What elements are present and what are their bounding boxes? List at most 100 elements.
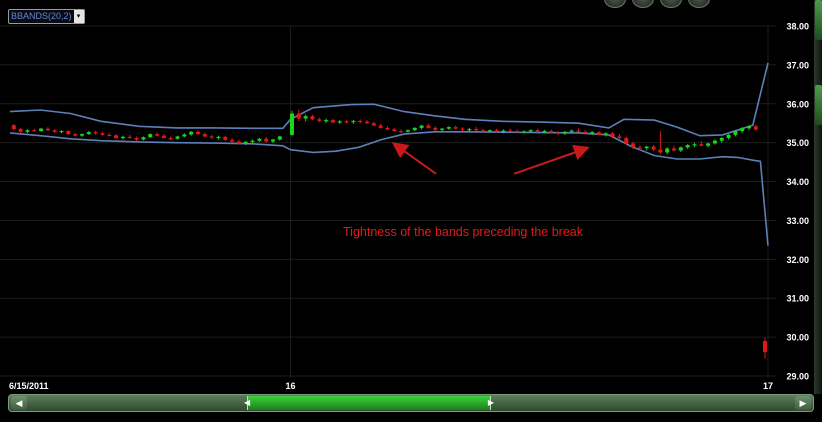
- candle-body: [141, 137, 146, 140]
- candle-body: [73, 134, 78, 136]
- candle-body: [330, 120, 335, 123]
- candle-body: [324, 120, 329, 122]
- candle-body: [52, 130, 57, 132]
- candle-body: [460, 128, 465, 130]
- candle-body: [528, 130, 533, 132]
- candle-body: [277, 136, 282, 140]
- candle-body: [317, 119, 322, 121]
- candle-body: [753, 126, 758, 130]
- candle-body: [487, 130, 492, 132]
- candle-body: [542, 131, 547, 133]
- candle-body: [39, 128, 44, 131]
- candle-body: [365, 121, 370, 124]
- candle-body: [392, 129, 397, 131]
- candle-body: [86, 132, 91, 135]
- right-panel-tab-top[interactable]: [815, 0, 822, 40]
- candle-body: [236, 141, 241, 144]
- candle-body: [399, 131, 404, 133]
- candle-body: [433, 127, 438, 130]
- candle-body: [289, 113, 294, 135]
- candle-body: [699, 144, 704, 146]
- candle-body: [107, 134, 112, 137]
- candle-body: [412, 127, 417, 131]
- indicator-dropdown[interactable]: BBANDS(20,2) ▾: [8, 9, 85, 24]
- candle-body: [216, 136, 221, 139]
- candle-body: [501, 130, 506, 132]
- candle-body: [692, 144, 697, 146]
- y-tick-label: 36.00: [786, 99, 809, 109]
- candle-body: [747, 126, 752, 129]
- candle-body: [446, 127, 451, 129]
- candle-body: [385, 127, 390, 130]
- candle-body: [556, 132, 561, 134]
- candle-body: [175, 136, 180, 139]
- candle-body: [762, 341, 767, 352]
- candle-body: [223, 136, 228, 140]
- candle-body: [617, 136, 622, 138]
- candle-body: [195, 131, 200, 135]
- candle-body: [182, 134, 187, 137]
- arrow-left-icon: ◀: [15, 398, 23, 408]
- candle-body: [733, 131, 738, 135]
- grip-right-icon[interactable]: ▶: [488, 398, 494, 408]
- candle-body: [134, 138, 139, 140]
- indicator-label: BBANDS(20,2): [11, 11, 72, 21]
- candle-body: [243, 141, 248, 144]
- candle-body: [706, 143, 711, 146]
- x-tick-label: 17: [763, 381, 773, 391]
- candle-body: [66, 131, 71, 135]
- scroll-right-button[interactable]: ▶: [795, 396, 811, 410]
- candle-body: [426, 125, 431, 128]
- grip-left-icon[interactable]: ◀: [244, 398, 250, 408]
- candle-body: [474, 129, 479, 131]
- candle-body: [303, 116, 308, 119]
- candle-body: [515, 131, 520, 133]
- candle-body: [712, 140, 717, 144]
- candle-body: [644, 146, 649, 149]
- candle-body: [651, 146, 656, 150]
- candle-body: [11, 125, 16, 130]
- candle-body: [494, 130, 499, 132]
- x-tick-label: 16: [285, 381, 295, 391]
- candle-body: [378, 125, 383, 128]
- time-scrollbar[interactable]: ◀ ◀ ▶ ▶: [8, 394, 814, 412]
- candle-body: [610, 133, 615, 137]
- scroll-left-button[interactable]: ◀: [11, 396, 27, 410]
- scroll-thumb[interactable]: ◀ ▶: [244, 396, 494, 410]
- candle-body: [257, 138, 262, 141]
- candle-body: [80, 134, 85, 136]
- y-tick-label: 32.00: [786, 255, 809, 265]
- candle-body: [230, 139, 235, 142]
- candle-body: [271, 139, 276, 142]
- candle-body: [18, 129, 23, 132]
- candle-body: [405, 130, 410, 132]
- candle-body: [583, 131, 588, 133]
- candle-body: [624, 138, 629, 144]
- candle-body: [264, 138, 269, 142]
- y-tick-label: 34.00: [786, 177, 809, 187]
- candle-body: [120, 136, 125, 139]
- candle-body: [467, 129, 472, 131]
- candle-body: [45, 128, 50, 131]
- candle-body: [453, 127, 458, 129]
- candle-body: [344, 121, 349, 123]
- candle-body: [148, 134, 153, 138]
- candle-body: [603, 133, 608, 135]
- price-chart[interactable]: 38.00 37.00 36.00 35.00 34.00 33.00 32.00 31.00…: [0, 0, 822, 422]
- chevron-down-icon[interactable]: ▾: [73, 10, 84, 23]
- x-tick-label: 6/15/2011: [9, 381, 49, 391]
- candle-body: [549, 131, 554, 133]
- candle-body: [161, 135, 166, 138]
- y-tick-label: 38.00: [786, 22, 809, 32]
- y-tick-label: 35.00: [786, 138, 809, 148]
- y-tick-label: 29.00: [786, 372, 809, 382]
- right-panel-tab-bottom[interactable]: [815, 85, 822, 125]
- annotation-arrow-0: [391, 142, 437, 175]
- candle-body: [535, 130, 540, 132]
- candle-body: [685, 145, 690, 148]
- candle-body: [631, 143, 636, 148]
- candle-body: [596, 132, 601, 135]
- y-tick-label: 31.00: [786, 294, 809, 304]
- candle-body: [440, 128, 445, 130]
- candle-body: [202, 134, 207, 137]
